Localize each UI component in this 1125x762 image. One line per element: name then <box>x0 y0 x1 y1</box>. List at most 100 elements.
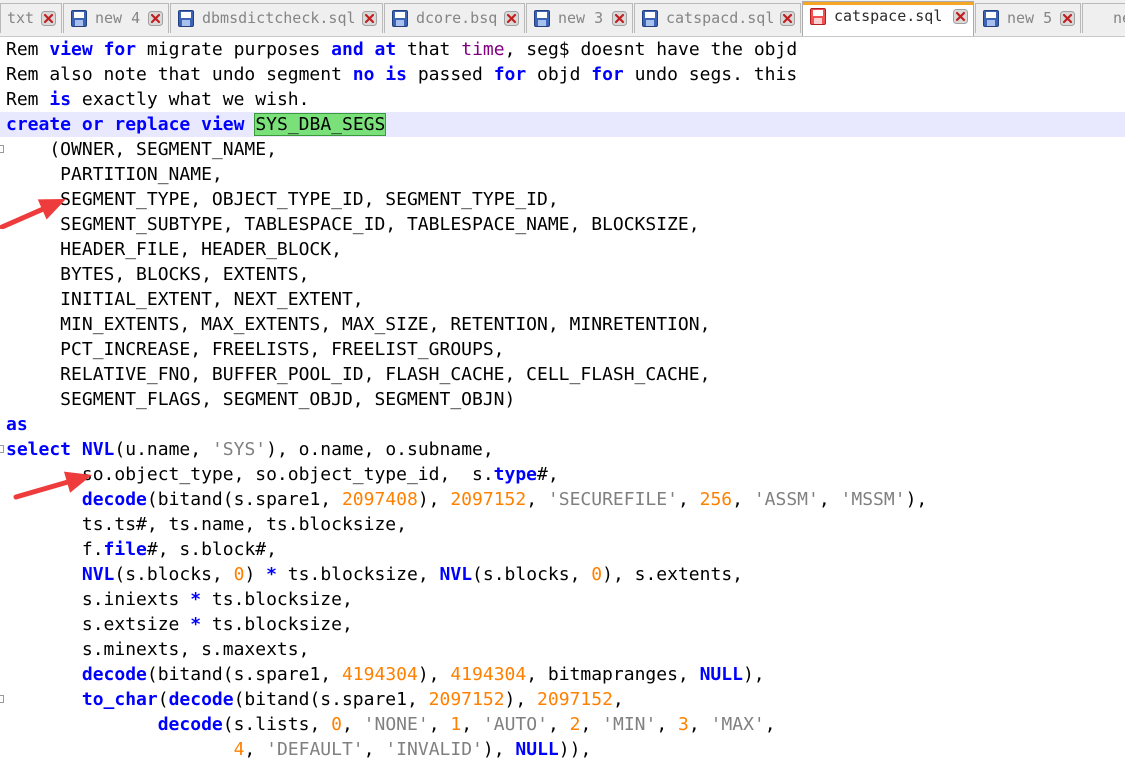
selected-text: SYS_DBA_SEGS <box>254 113 387 136</box>
keyword-token: NULL <box>515 739 559 760</box>
keyword-token: decode <box>168 689 234 710</box>
code-token: ), <box>417 664 451 685</box>
code-token: ts.blocksize, <box>276 564 440 585</box>
fold-marker-icon[interactable] <box>0 695 4 703</box>
code-token: PCT_INCREASE, FREELISTS, FREELIST_GROUPS… <box>6 339 505 360</box>
keyword-token: at <box>374 39 397 60</box>
code-line[interactable]: to_char(decode(bitand(s.spare1, 2097152)… <box>6 687 624 712</box>
code-token: #, <box>537 464 559 485</box>
close-icon[interactable] <box>780 11 795 26</box>
code-line[interactable]: Rem is exactly what we wish. <box>6 87 309 112</box>
number-token: 0 <box>331 714 342 735</box>
tab-label: dcore.bsq <box>416 9 498 27</box>
close-icon[interactable] <box>148 11 163 26</box>
code-token: ts.blocksize, <box>201 614 353 635</box>
code-line[interactable]: Rem also note that undo segment no is pa… <box>6 62 797 87</box>
code-token: Rem <box>6 89 50 110</box>
annotation-arrow-icon <box>13 471 92 500</box>
code-token: ), <box>742 664 765 685</box>
code-token: ts.ts#, ts.name, ts.blocksize, <box>6 514 407 535</box>
number-token: 3 <box>678 714 689 735</box>
keyword-token: for <box>591 64 624 85</box>
keyword-token: and <box>331 39 364 60</box>
tab-catspace-sql[interactable]: catspace.sql <box>802 1 974 36</box>
code-token: (bitand(s.spare1, <box>146 664 342 685</box>
tab-new-3[interactable]: new 3 <box>526 3 633 33</box>
tab-new-4[interactable]: new 4 <box>63 3 169 33</box>
code-line[interactable]: decode(bitand(s.spare1, 4194304), 419430… <box>6 662 765 687</box>
code-token: HEADER_FILE, HEADER_BLOCK, <box>6 239 342 260</box>
keyword-token: file <box>103 539 147 560</box>
tab-ne[interactable]: ne <box>1082 3 1125 33</box>
code-line[interactable]: INITIAL_EXTENT, NEXT_EXTENT, <box>6 287 363 312</box>
saved-file-icon <box>71 10 87 27</box>
code-token: )), <box>558 739 592 760</box>
close-icon[interactable] <box>362 11 377 26</box>
code-editor[interactable]: Rem view for migrate purposes and at tha… <box>0 37 1125 762</box>
close-icon[interactable] <box>953 9 968 24</box>
string-token: 'SYS' <box>211 439 267 460</box>
tab-dcore-bsq[interactable]: dcore.bsq <box>384 3 525 33</box>
keyword-token: for <box>103 39 137 60</box>
keyword-token: NULL <box>699 664 743 685</box>
code-line[interactable]: s.minexts, s.maxexts, <box>6 637 310 662</box>
code-token: , <box>580 714 603 735</box>
code-line[interactable]: PCT_INCREASE, FREELISTS, FREELIST_GROUPS… <box>6 337 505 362</box>
code-line[interactable]: as <box>6 412 28 437</box>
code-line[interactable]: s.iniexts * ts.blocksize, <box>6 587 353 612</box>
string-token: 'MAX' <box>710 714 765 735</box>
code-token: , <box>341 714 364 735</box>
code-token: Rem <box>6 39 50 60</box>
code-line[interactable]: (OWNER, SEGMENT_NAME, <box>6 137 277 162</box>
fold-marker-icon[interactable] <box>0 145 4 153</box>
keyword-token: decode <box>157 714 223 735</box>
close-icon[interactable] <box>1060 11 1075 26</box>
code-line[interactable]: ts.ts#, ts.name, ts.blocksize, <box>6 512 407 537</box>
code-token: ), <box>482 739 516 760</box>
code-line[interactable]: NVL(s.blocks, 0) * ts.blocksize, NVL(s.b… <box>6 562 743 587</box>
code-line[interactable]: f.file#, s.block#, <box>6 537 277 562</box>
code-token: , <box>612 689 624 710</box>
code-token: s.extsize <box>6 614 191 635</box>
number-token: 0 <box>591 564 603 585</box>
code-line[interactable]: decode(bitand(s.spare1, 2097408), 209715… <box>6 487 927 512</box>
code-line[interactable]: decode(s.lists, 0, 'NONE', 1, 'AUTO', 2,… <box>6 712 776 737</box>
close-icon[interactable] <box>504 11 519 26</box>
code-token: BYTES, BLOCKS, EXTENTS, <box>6 264 310 285</box>
code-token: ), <box>417 489 451 510</box>
tab-new-5[interactable]: new 5 <box>975 3 1081 33</box>
code-token: (s.blocks, <box>472 564 592 585</box>
annotation-arrow-icon <box>0 199 66 229</box>
code-token: (OWNER, SEGMENT_NAME, <box>6 139 277 160</box>
code-token: , bitmapranges, <box>526 664 700 685</box>
code-line[interactable]: SEGMENT_SUBTYPE, TABLESPACE_ID, TABLESPA… <box>6 212 699 237</box>
string-token: 'NONE' <box>363 714 429 735</box>
code-line[interactable]: BYTES, BLOCKS, EXTENTS, <box>6 262 309 287</box>
tab-dbmsdictcheck-sql[interactable]: dbmsdictcheck.sql <box>170 3 383 33</box>
code-line[interactable]: s.extsize * ts.blocksize, <box>6 612 353 637</box>
tab-label: new 3 <box>558 9 604 27</box>
code-token: RELATIVE_FNO, BUFFER_POOL_ID, FLASH_CACH… <box>6 364 711 385</box>
code-token: , <box>732 489 754 510</box>
code-token: (bitand(s.spare1, <box>146 489 342 510</box>
close-icon[interactable] <box>612 11 627 26</box>
code-line[interactable]: RELATIVE_FNO, BUFFER_POOL_ID, FLASH_CACH… <box>6 362 710 387</box>
code-line[interactable]: MIN_EXTENTS, MAX_EXTENTS, MAX_SIZE, RETE… <box>6 312 710 337</box>
code-line[interactable]: Rem view for migrate purposes and at tha… <box>6 37 797 62</box>
keyword-token: NVL <box>439 564 473 585</box>
saved-file-icon <box>178 10 194 27</box>
close-icon[interactable] <box>41 11 56 26</box>
code-line[interactable]: SEGMENT_FLAGS, SEGMENT_OBJD, SEGMENT_OBJ… <box>6 387 515 412</box>
code-token: , <box>764 714 776 735</box>
keyword-token: or <box>81 114 104 135</box>
code-line[interactable]: HEADER_FILE, HEADER_BLOCK, <box>6 237 342 262</box>
code-token: (u.name, <box>114 439 212 460</box>
tab-txt[interactable]: txt <box>0 3 62 33</box>
code-line[interactable]: 4, 'DEFAULT', 'INVALID'), NULL)), <box>6 737 592 762</box>
code-line[interactable]: create or replace view SYS_DBA_SEGS <box>6 112 387 137</box>
code-token: ( <box>157 689 169 710</box>
tab-catspacd-sql[interactable]: catspacd.sql <box>634 3 801 33</box>
